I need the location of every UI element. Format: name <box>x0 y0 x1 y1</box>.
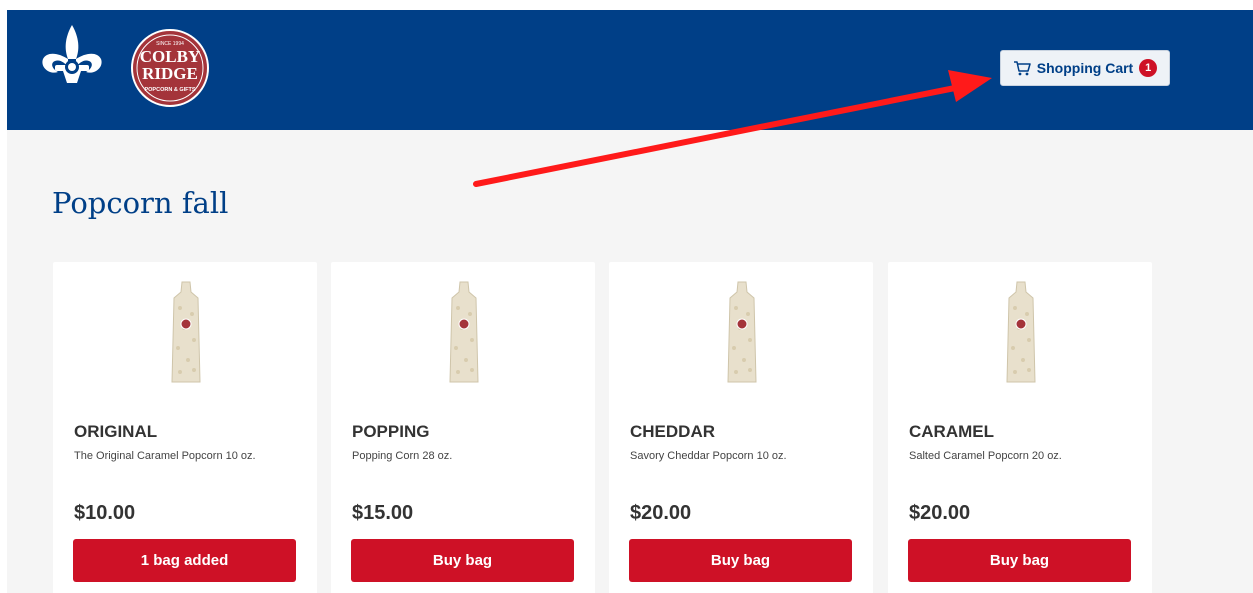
colby-ridge-logo[interactable]: SINCE 1994 COLBY RIDGE POPCORN & GIFTS <box>131 29 209 107</box>
page: SINCE 1994 COLBY RIDGE POPCORN & GIFTS S… <box>7 10 1253 593</box>
popcorn-bag-image[interactable] <box>714 278 770 388</box>
fleur-de-lis-logo[interactable] <box>37 23 107 87</box>
product-card-original: ORIGINAL The Original Caramel Popcorn 10… <box>53 262 317 593</box>
product-card-cheddar: CHEDDAR Savory Cheddar Popcorn 10 oz. $2… <box>609 262 873 593</box>
page-title: Popcorn fall <box>52 186 229 220</box>
product-description: Salted Caramel Popcorn 20 oz. <box>909 450 1062 462</box>
product-description: The Original Caramel Popcorn 10 oz. <box>74 450 256 462</box>
product-price: $15.00 <box>352 502 414 524</box>
shopping-cart-label: Shopping Cart <box>1036 60 1134 76</box>
product-description: Popping Corn 28 oz. <box>352 450 453 462</box>
bag-added-button[interactable]: 1 bag added <box>73 539 296 582</box>
buy-bag-button[interactable]: Buy bag <box>629 539 852 582</box>
popcorn-bag-image[interactable] <box>436 278 492 388</box>
product-card-popping: POPPING Popping Corn 28 oz. $15.00 Buy b… <box>331 262 595 593</box>
logo-tagline-text: POPCORN & GIFTS <box>144 87 195 93</box>
buy-bag-button[interactable]: Buy bag <box>908 539 1131 582</box>
product-name: ORIGINAL <box>74 422 158 441</box>
buy-bag-button[interactable]: Buy bag <box>351 539 574 582</box>
product-price: $20.00 <box>630 502 692 524</box>
popcorn-bag-image[interactable] <box>158 278 214 388</box>
product-name: CARAMEL <box>909 422 994 441</box>
cart-icon <box>1013 61 1031 76</box>
site-header: SINCE 1994 COLBY RIDGE POPCORN & GIFTS S… <box>7 10 1253 130</box>
cart-count-badge: 1 <box>1139 59 1158 77</box>
product-price: $20.00 <box>909 502 971 524</box>
popcorn-bag-image[interactable] <box>993 278 1049 388</box>
product-name: CHEDDAR <box>630 422 715 441</box>
logo-ridge-text: RIDGE <box>142 64 198 83</box>
product-price: $10.00 <box>74 502 136 524</box>
product-card-caramel: CARAMEL Salted Caramel Popcorn 20 oz. $2… <box>888 262 1152 593</box>
product-description: Savory Cheddar Popcorn 10 oz. <box>630 450 787 462</box>
product-name: POPPING <box>352 422 430 441</box>
shopping-cart-button[interactable]: Shopping Cart 1 <box>1000 50 1170 86</box>
